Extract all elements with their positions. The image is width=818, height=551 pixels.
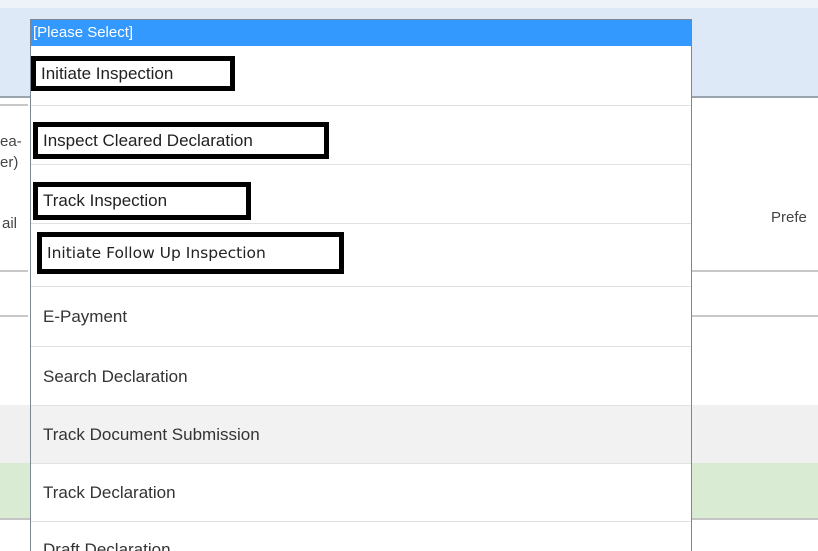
dropdown-option-draft-declaration[interactable]: Draft Declaration [31, 522, 691, 551]
dropdown-option-search-declaration[interactable]: Search Declaration [31, 347, 691, 406]
annotation-box: Track Inspection [33, 182, 251, 220]
field-label-fragment: ail [2, 215, 18, 232]
left-divider [0, 270, 28, 272]
left-divider [0, 315, 28, 317]
field-label-fragment: er) [0, 154, 19, 171]
dropdown-selected-option[interactable]: [Please Select] [31, 20, 691, 46]
option-label: Initiate Inspection [41, 64, 174, 83]
right-divider [692, 315, 818, 317]
option-label: Inspect Cleared Declaration [43, 131, 253, 150]
option-label: Track Document Submission [43, 425, 260, 444]
option-label: E-Payment [43, 307, 128, 326]
option-label: Draft Declaration [43, 540, 171, 551]
annotation-box: Initiate Follow Up Inspection [37, 232, 344, 274]
option-label: Initiate Follow Up Inspection [47, 244, 266, 262]
menu-select-dropdown[interactable]: [Please Select] Initiate Inspection Insp… [30, 19, 692, 551]
option-label: Track Inspection [43, 191, 168, 210]
dropdown-option-track-inspection[interactable]: Track Inspection [31, 165, 691, 224]
annotation-box: Inspect Cleared Declaration [33, 122, 329, 159]
left-divider [0, 104, 28, 106]
dropdown-option-track-document-submission[interactable]: Track Document Submission [31, 406, 691, 464]
field-label-fragment: ea- [0, 133, 22, 150]
dropdown-option-inspect-cleared-declaration[interactable]: Inspect Cleared Declaration [31, 106, 691, 165]
dropdown-option-initiate-follow-up-inspection[interactable]: Initiate Follow Up Inspection [31, 224, 691, 287]
option-label: Search Declaration [43, 367, 188, 386]
dropdown-option-initiate-inspection[interactable]: Initiate Inspection [31, 46, 691, 106]
dropdown-option-e-payment[interactable]: E-Payment [31, 287, 691, 347]
option-label: Track Declaration [43, 483, 176, 502]
right-divider [692, 270, 818, 272]
preference-label-fragment: Prefe [771, 209, 807, 226]
annotation-box: Initiate Inspection [31, 56, 235, 91]
dropdown-option-track-declaration[interactable]: Track Declaration [31, 464, 691, 522]
page-header-top-strip [0, 0, 818, 8]
